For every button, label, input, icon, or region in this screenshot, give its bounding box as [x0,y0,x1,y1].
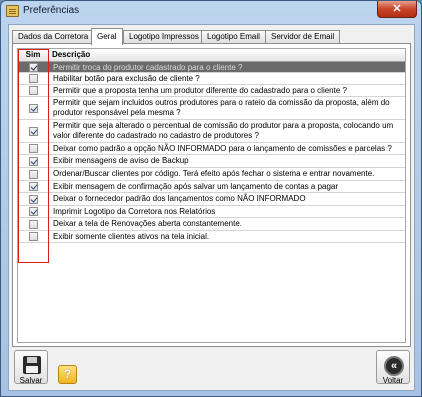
grid-row[interactable]: Permitir que sejam incluidos outros prod… [18,97,405,120]
sim-cell [18,73,49,84]
sim-checkbox[interactable] [29,157,38,166]
sim-checkbox[interactable] [29,74,38,83]
description-cell: Ordenar/Buscar clientes por código. Terá… [53,169,375,178]
description-cell: Deixar o fornecedor padrão dos lançament… [53,194,306,203]
sim-checkbox[interactable] [29,127,38,136]
sim-cell [18,168,49,180]
sim-cell [18,97,49,119]
help-button[interactable]: ? [58,365,77,384]
grid-row[interactable]: Permitir que a proposta tenha um produto… [18,85,405,97]
window-title: Preferências [23,5,80,16]
save-button-label: Salvar [19,376,43,385]
column-header-sim[interactable]: Sim [18,49,49,61]
tab-logotipo-email[interactable]: Logotipo Email [201,30,266,44]
preferences-window: Preferências ✕ Dados da Corretora Geral … [0,0,422,397]
grid-row[interactable]: Exibir mensagens de aviso de Backup [18,155,405,168]
sim-checkbox[interactable] [29,170,38,179]
sim-cell [18,206,49,217]
column-header-descricao[interactable]: Descrição [52,49,90,61]
sim-checkbox[interactable] [29,86,38,95]
sim-checkbox[interactable] [29,182,38,191]
description-cell: Exibir mensagem de confirmação após salv… [53,182,339,191]
title-bar[interactable]: Preferências ✕ [1,1,421,21]
sim-checkbox[interactable] [29,144,38,153]
sim-cell [18,143,49,154]
grid-row[interactable]: Exibir somente clientes ativos na tela i… [18,231,405,243]
sim-cell [18,193,49,205]
sim-cell [18,231,49,242]
close-button[interactable]: ✕ [377,1,417,18]
description-cell: Habilitar botão para exclusão de cliente… [53,74,200,83]
sim-checkbox[interactable] [29,63,38,72]
description-cell: Permitir que sejam incluidos outros prod… [53,98,390,117]
description-cell: Exibir somente clientes ativos na tela i… [53,232,210,241]
description-cell: Deixar como padrão a opção NÃO INFORMADO… [53,144,392,153]
sim-cell [18,218,49,230]
grid-row[interactable]: Permitir que seja alterado o percentual … [18,120,405,143]
sim-cell [18,155,49,167]
grid-row[interactable]: Exibir mensagem de confirmação após salv… [18,181,405,193]
tab-panel-geral: Sim Descrição Permitir troca do produtor… [12,43,411,347]
description-cell: Permitir troca do produtor cadastrado pa… [53,63,243,72]
preferences-grid[interactable]: Sim Descrição Permitir troca do produtor… [17,48,406,343]
grid-row[interactable]: Deixar o fornecedor padrão dos lançament… [18,193,405,206]
sim-checkbox[interactable] [29,195,38,204]
description-cell: Exibir mensagens de aviso de Backup [53,156,189,165]
app-icon [6,5,19,17]
floppy-disk-icon [23,356,41,374]
sim-checkbox[interactable] [29,207,38,216]
grid-row[interactable]: Ordenar/Buscar clientes por código. Terá… [18,168,405,181]
grid-row[interactable]: Deixar como padrão a opção NÃO INFORMADO… [18,143,405,155]
sim-cell [18,62,49,72]
sim-checkbox[interactable] [29,232,38,241]
back-arrow-icon: « [384,356,404,376]
grid-row[interactable]: Permitir troca do produtor cadastrado pa… [18,62,405,73]
back-button-label: Voltar [382,376,404,385]
description-cell: Deixar a tela de Renovações aberta const… [53,219,243,228]
description-cell: Imprimir Logotipo da Corretora nos Relat… [53,207,216,216]
tab-geral[interactable]: Geral [91,28,123,45]
window-client-area: Dados da Corretora Geral Logotipo Impres… [8,24,415,391]
sim-cell [18,181,49,192]
grid-row[interactable]: Imprimir Logotipo da Corretora nos Relat… [18,206,405,218]
grid-row[interactable]: Deixar a tela de Renovações aberta const… [18,218,405,231]
sim-cell [18,120,49,142]
sim-cell [18,85,49,96]
grid-row[interactable]: Habilitar botão para exclusão de cliente… [18,73,405,85]
sim-checkbox[interactable] [29,220,38,229]
tab-logotipo-impressos[interactable]: Logotipo Impressos [123,30,205,44]
sim-checkbox[interactable] [29,104,38,113]
description-cell: Permitir que seja alterado o percentual … [53,121,394,140]
tab-servidor-de-email[interactable]: Servidor de Email [265,30,341,44]
description-cell: Permitir que a proposta tenha um produto… [53,86,347,95]
tab-dados-da-corretora[interactable]: Dados da Corretora [12,30,95,44]
grid-header: Sim Descrição [18,49,405,62]
